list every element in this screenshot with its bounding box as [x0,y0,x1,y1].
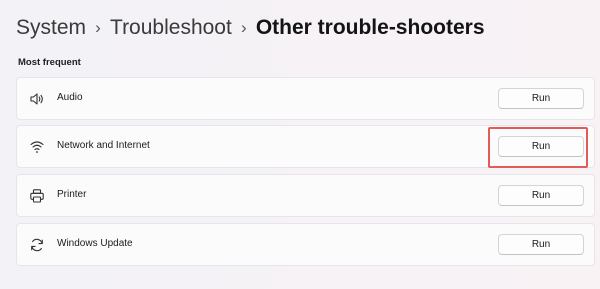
troubleshooter-item-audio: Audio Run [16,77,595,120]
troubleshooter-label: Windows Update [57,238,133,249]
run-windows-update-button[interactable]: Run [498,234,584,255]
breadcrumb-troubleshoot[interactable]: Troubleshoot [110,16,232,40]
highlight-box [488,127,588,168]
troubleshooter-item-windows-update: Windows Update Run [16,223,595,266]
troubleshooter-item-printer: Printer Run [16,174,595,217]
chevron-right-icon: › [240,18,247,37]
breadcrumb: System › Troubleshoot › Other trouble-sh… [16,16,485,40]
run-audio-button[interactable]: Run [498,88,584,109]
section-title: Most frequent [18,57,81,68]
troubleshooter-label: Printer [57,189,87,200]
printer-icon [29,188,45,204]
troubleshooter-label: Audio [57,92,83,103]
speaker-icon [29,91,45,107]
run-printer-button[interactable]: Run [498,185,584,206]
page-title: Other trouble-shooters [255,16,485,39]
chevron-right-icon: › [95,18,101,37]
troubleshooter-label: Network and Internet [57,140,150,151]
sync-icon [29,237,45,253]
breadcrumb-system[interactable]: System [16,16,86,40]
wifi-icon [29,139,45,155]
